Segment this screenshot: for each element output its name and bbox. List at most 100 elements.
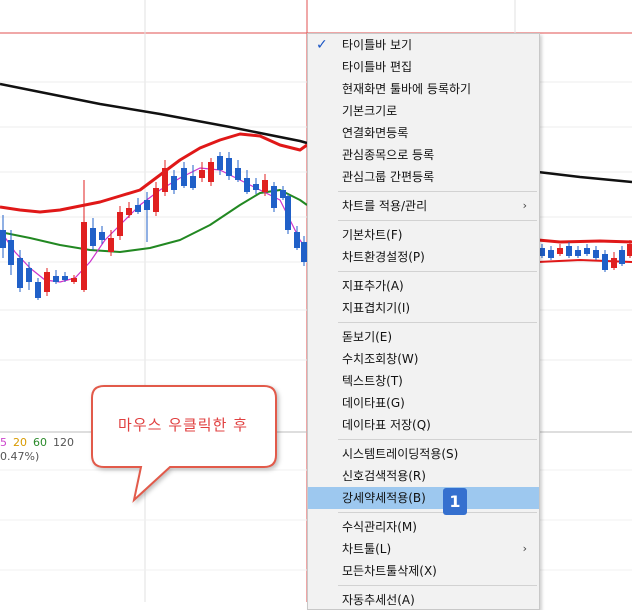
menu-item[interactable]: 타이틀바 편집 <box>308 56 539 78</box>
submenu-arrow-icon: › <box>522 199 527 212</box>
menu-item-label: 타이틀바 보기 <box>342 38 413 52</box>
candle-down <box>602 254 608 270</box>
candle-up <box>557 248 563 254</box>
menu-item-label: 타이틀바 편집 <box>342 60 413 74</box>
candle-down <box>271 186 277 208</box>
menu-item[interactable]: 지표겹치기(I) <box>308 297 539 319</box>
callout-text: 마우스 우클릭한 후 <box>118 416 248 434</box>
menu-item[interactable]: 돋보기(E) <box>308 326 539 348</box>
menu-item[interactable]: ✓ 타이틀바 보기 <box>308 34 539 56</box>
change-readout: 0.47%) <box>0 450 45 463</box>
candle-down <box>171 176 177 190</box>
candle-up <box>117 212 123 236</box>
menu-item-label: 관심종목으로 등록 <box>342 148 435 162</box>
ma-legend: 5 20 60 120 <box>0 436 86 449</box>
candle-down <box>135 205 141 212</box>
menu-item[interactable]: 시스템트레이딩적용(S) <box>308 443 539 465</box>
candle-up <box>208 162 214 182</box>
candle-up <box>153 188 159 212</box>
candle-down <box>35 282 41 298</box>
menu-item-label: 수식관리자(M) <box>342 520 417 534</box>
menu-item[interactable]: 자동추세선(A) <box>308 589 539 609</box>
context-menu[interactable]: ✓ 타이틀바 보기타이틀바 편집현재화면 툴바에 등록하기기본크기로연결화면등록관… <box>307 33 540 610</box>
candle-down <box>53 276 59 282</box>
ma-period-label: 120 <box>53 436 74 449</box>
menu-item-label: 차트툴(L) <box>342 542 392 556</box>
menu-item[interactable]: 차트툴(L) › <box>308 538 539 560</box>
menu-item-label: 신호검색적용(R) <box>342 469 426 483</box>
candle-down <box>584 248 590 254</box>
menu-item-label: 기본크기로 <box>342 104 398 118</box>
candle-up <box>71 278 77 282</box>
candle-down <box>62 276 68 280</box>
candle-up <box>126 208 132 215</box>
candle-down <box>244 178 250 192</box>
ma-period-label: 5 <box>0 436 7 449</box>
candle-down <box>619 250 625 264</box>
candle-up <box>199 170 205 178</box>
menu-item-label: 지표추가(A) <box>342 279 404 293</box>
menu-item[interactable]: 연결화면등록 <box>308 122 539 144</box>
menu-separator <box>338 512 537 513</box>
candle-down <box>217 156 223 170</box>
bollinger-upper-line-right <box>537 238 632 244</box>
candle-down <box>548 250 554 258</box>
menu-item-label: 지표겹치기(I) <box>342 301 411 315</box>
menu-item-label: 데이타표 저장(Q) <box>342 418 431 432</box>
menu-item[interactable]: 기본차트(F) <box>308 224 539 246</box>
menu-item-label: 시스템트레이딩적용(S) <box>342 447 459 461</box>
menu-item[interactable]: 텍스트창(T) <box>308 370 539 392</box>
menu-item[interactable]: 신호검색적용(R) <box>308 465 539 487</box>
candle-down <box>253 184 259 190</box>
menu-item-label: 모든차트툴삭제(X) <box>342 564 437 578</box>
step-number-badge: 1 <box>443 488 467 515</box>
candle-up <box>162 168 168 192</box>
candle-down <box>99 232 105 240</box>
candle-down <box>575 250 581 256</box>
menu-item[interactable]: 지표추가(A) <box>308 275 539 297</box>
menu-item-label: 관심그룹 간편등록 <box>342 170 435 184</box>
candle-up <box>81 222 87 290</box>
ma-period-label: 60 <box>33 436 47 449</box>
menu-item[interactable]: 모든차트툴삭제(X) <box>308 560 539 582</box>
candle-down <box>190 176 196 188</box>
menu-item-label: 기본차트(F) <box>342 228 403 242</box>
check-icon: ✓ <box>316 37 328 53</box>
menu-item[interactable]: 차트를 적용/관리 › <box>308 195 539 217</box>
candle-down <box>144 200 150 210</box>
menu-item-label: 강세약세적용(B) <box>342 491 426 505</box>
moving-average-5-line <box>0 167 308 283</box>
menu-item-label: 현재화면 툴바에 등록하기 <box>342 82 472 96</box>
candle-up <box>44 272 50 292</box>
menu-separator <box>338 271 537 272</box>
menu-item[interactable]: 관심그룹 간편등록 <box>308 166 539 188</box>
menu-item[interactable]: 관심종목으로 등록 <box>308 144 539 166</box>
candle-down <box>285 196 291 230</box>
candle-down <box>566 246 572 256</box>
menu-item[interactable]: 수치조회창(W) <box>308 348 539 370</box>
menu-item[interactable]: 데이타표 저장(Q) <box>308 414 539 436</box>
menu-item[interactable]: 차트환경설정(P) <box>308 246 539 268</box>
submenu-arrow-icon: › <box>522 542 527 555</box>
menu-item[interactable]: 기본크기로 <box>308 100 539 122</box>
candle-down <box>17 258 23 288</box>
menu-item[interactable]: 수식관리자(M) <box>308 516 539 538</box>
ma5-line <box>0 167 308 283</box>
candle-down <box>181 168 187 186</box>
ma120-line-right <box>537 170 632 184</box>
ma-period-label: 20 <box>13 436 27 449</box>
menu-item-label: 텍스트창(T) <box>342 374 403 388</box>
ma120-line-left <box>0 82 308 145</box>
menu-separator <box>338 191 537 192</box>
menu-item[interactable]: 현재화면 툴바에 등록하기 <box>308 78 539 100</box>
candle-down <box>8 240 14 265</box>
menu-item[interactable]: 강세약세적용(B) 1 <box>308 487 539 515</box>
candle-down <box>0 230 6 248</box>
candle-up <box>262 180 268 192</box>
change-percent: 0.47%) <box>0 450 40 463</box>
menu-item-label: 자동추세선(A) <box>342 593 415 607</box>
candle-down <box>593 250 599 258</box>
menu-separator <box>338 439 537 440</box>
menu-item[interactable]: 데이타표(G) <box>308 392 539 414</box>
candle-up <box>108 238 114 252</box>
